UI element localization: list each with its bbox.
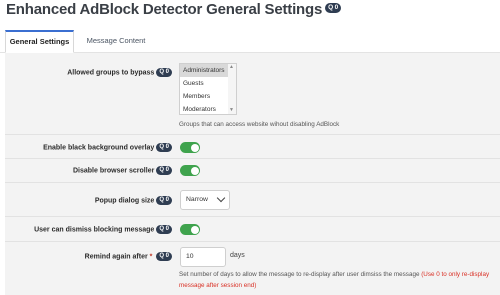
popup-size-label-text: Popup dialog size [94, 197, 155, 205]
dismiss-message-phrase-badge[interactable]: Q 0 [156, 225, 172, 234]
remind-again-help-line2: message after session end) [179, 282, 256, 289]
scroll-up-icon[interactable]: ▲ [229, 65, 234, 70]
disable-scroller-phrase-badge[interactable]: Q 0 [156, 166, 172, 175]
popup-size-phrase-badge[interactable]: Q 0 [156, 196, 172, 205]
remind-again-phrase-badge[interactable]: Q 0 [156, 252, 172, 261]
dismiss-message-label-text: User can dismiss blocking message [34, 226, 155, 234]
popup-size-select[interactable]: Narrow [180, 190, 230, 210]
divider [5, 241, 500, 242]
remind-again-note-line2: message after session end) [179, 282, 257, 289]
black-overlay-label-text: Enable black background overlay [43, 144, 155, 152]
allowed-groups-label: Allowed groups to bypass Q 0 [67, 68, 172, 77]
remind-days-value: 10 [186, 253, 194, 260]
toggle-knob [190, 166, 199, 175]
allowed-groups-help: Groups that can access website wihout di… [179, 121, 340, 128]
title-phrase-badge[interactable]: Q 0 [325, 3, 342, 14]
required-mark: * [149, 253, 153, 261]
allowed-groups-phrase-badge[interactable]: Q 0 [156, 68, 172, 77]
allowed-groups-listbox[interactable]: Administrators Guests Members Moderators… [179, 63, 237, 115]
remind-again-label-text: Remind again after [84, 253, 148, 261]
remind-again-note-line1: (Use 0 to only re-display [421, 271, 490, 278]
remind-again-help: Set number of days to allow the message … [179, 271, 489, 278]
remind-again-help-text: Set number of days to allow the message … [179, 271, 420, 278]
divider [5, 158, 500, 159]
settings-tabs: General Settings Message Content [0, 30, 500, 53]
remind-again-label: Remind again after * Q 0 [85, 252, 172, 261]
allowed-groups-label-text: Allowed groups to bypass [67, 69, 155, 77]
listbox-scrollbar[interactable]: ▲ ▼ [228, 64, 236, 114]
tab-message-content[interactable]: Message Content [86, 30, 146, 52]
toggle-knob [190, 143, 199, 152]
popup-size-label: Popup dialog size Q 0 [95, 196, 172, 205]
days-unit-label: days [230, 252, 245, 259]
remind-days-input[interactable]: 10 [180, 247, 226, 267]
dismiss-message-label: User can dismiss blocking message Q 0 [34, 225, 172, 234]
popup-size-value: Narrow [186, 196, 208, 203]
divider [5, 216, 500, 217]
black-overlay-phrase-badge[interactable]: Q 0 [156, 143, 172, 152]
divider [5, 134, 500, 135]
dismiss-message-toggle[interactable] [180, 224, 200, 235]
disable-scroller-label-text: Disable browser scroller [73, 167, 155, 175]
scroll-down-icon[interactable]: ▼ [229, 108, 234, 113]
tab-general-settings[interactable]: General Settings [5, 30, 74, 53]
chevron-down-icon [216, 193, 226, 203]
divider [5, 182, 500, 183]
disable-scroller-toggle[interactable] [180, 165, 200, 176]
black-overlay-label: Enable black background overlay Q 0 [43, 143, 172, 152]
toggle-knob [190, 225, 199, 234]
page-title-text: Enhanced AdBlock Detector General Settin… [6, 1, 323, 18]
page-title: Enhanced AdBlock Detector General Settin… [6, 1, 342, 18]
disable-scroller-label: Disable browser scroller Q 0 [73, 166, 172, 175]
black-overlay-toggle[interactable] [180, 142, 200, 153]
